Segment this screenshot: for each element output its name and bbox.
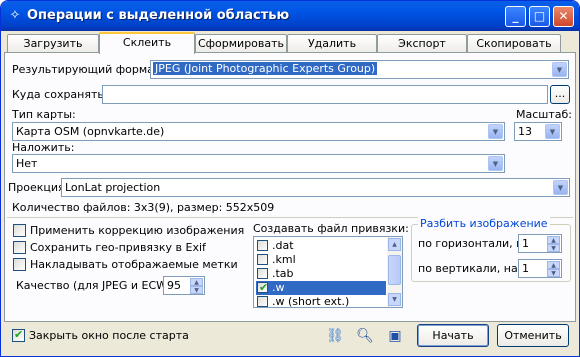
minimize-button[interactable]: _	[505, 6, 526, 27]
quality-stepper[interactable]: 95 ▲ ▼	[163, 276, 205, 295]
arrow-down-icon[interactable]: ▼	[547, 269, 560, 277]
split-title: Разбить изображение	[418, 217, 550, 230]
quality-label: Качество (для JPEG и ECW):	[16, 279, 176, 292]
save-path-input[interactable]	[102, 85, 548, 104]
close-button[interactable]: ✕	[553, 6, 574, 27]
color-correction-label: Применить коррекцию изображения	[30, 224, 245, 237]
dat-checkbox[interactable]	[257, 240, 268, 251]
w-checkbox[interactable]	[257, 281, 268, 294]
format-value: JPEG (Joint Photographic Experts Group)	[153, 62, 378, 75]
title-bar[interactable]: ✧ Операции с выделенной областью _ □ ✕	[1, 1, 579, 31]
overlay-label: Наложить:	[12, 141, 75, 154]
list-item[interactable]: .w	[256, 281, 386, 295]
tab-bar: Загрузить Склеить Сформировать Удалить Э…	[4, 32, 576, 54]
scale-label: Масштаб:	[516, 108, 572, 121]
chevron-down-icon: ▼	[488, 156, 503, 171]
list-scrollbar[interactable]: ▲ ▼	[387, 237, 402, 307]
tab-copy[interactable]: Скопировать	[467, 34, 561, 53]
chevron-down-icon: ▼	[552, 62, 567, 77]
minimize-icon: _	[512, 9, 519, 23]
tab-checkbox[interactable]	[257, 268, 268, 279]
files-info: Количество файлов: 3x3(9), размер: 552x5…	[12, 201, 275, 214]
arrow-up-icon[interactable]: ▲	[190, 278, 203, 286]
scroll-down-icon[interactable]: ▼	[388, 293, 401, 306]
arrow-up-icon[interactable]: ▲	[547, 261, 560, 269]
split-horiz-stepper[interactable]: 1 ▲ ▼	[518, 234, 562, 253]
tab-delete[interactable]: Удалить	[287, 34, 377, 53]
maximize-icon: □	[533, 9, 546, 23]
list-item[interactable]: .dat	[256, 239, 386, 253]
w-short-checkbox[interactable]	[257, 296, 268, 307]
tab-form[interactable]: Сформировать	[195, 34, 287, 53]
chevron-down-icon: ▼	[553, 180, 568, 195]
georef-list[interactable]: .dat .kml .tab .w .w (short ext.) ▲ ▼	[253, 236, 403, 308]
cancel-button[interactable]: Отменить	[497, 324, 569, 347]
split-horiz-label: по горизонтали, на	[418, 237, 531, 250]
arrow-down-icon[interactable]: ▼	[547, 244, 560, 252]
save-georef-exif-checkbox[interactable]	[13, 241, 26, 254]
split-group: Разбить изображение по горизонтали, на 1…	[411, 217, 571, 282]
maximize-button[interactable]: □	[529, 6, 550, 27]
zoom-icon[interactable]: 🔍︎	[356, 327, 374, 345]
scroll-up-icon[interactable]: ▲	[388, 238, 401, 251]
close-icon: ✕	[558, 9, 569, 23]
chevron-down-icon: ▼	[545, 124, 560, 139]
close-after-start-checkbox[interactable]	[12, 328, 25, 342]
map-type-label: Тип карты:	[12, 108, 76, 121]
list-item[interactable]: .kml	[256, 253, 386, 267]
compass-icon: ✧	[9, 8, 21, 23]
arrow-down-icon[interactable]: ▼	[190, 286, 203, 294]
browse-button[interactable]: ...	[550, 85, 570, 104]
color-correction-checkbox[interactable]	[13, 224, 26, 237]
tab-stitch[interactable]: Склеить	[99, 32, 195, 54]
overlay-marks-label: Накладывать отображаемые метки	[30, 258, 238, 271]
start-button[interactable]: Начать	[417, 324, 489, 347]
projection-select[interactable]: LonLat projection ▼	[61, 178, 570, 197]
list-item[interactable]: .w (short ext.)	[256, 295, 386, 307]
kml-checkbox[interactable]	[257, 254, 268, 265]
chevron-down-icon: ▼	[488, 124, 503, 139]
split-vert-label: по вертикали, на	[418, 262, 518, 275]
format-label: Результирующий формат:	[12, 63, 165, 76]
georef-label: Создавать файл привязки:	[253, 222, 409, 235]
overlay-marks-checkbox[interactable]	[13, 258, 26, 271]
map-type-select[interactable]: Карта OSM (opnvkarte.de) ▼	[12, 122, 505, 141]
window-title: Операции с выделенной областью	[27, 8, 290, 23]
projection-label: Проекция:	[8, 181, 69, 194]
tab-export[interactable]: Экспорт	[377, 34, 467, 53]
save-icon[interactable]: ▣	[386, 327, 404, 345]
format-select[interactable]: JPEG (Joint Photographic Experts Group) …	[150, 60, 569, 79]
split-vert-stepper[interactable]: 1 ▲ ▼	[518, 259, 562, 278]
scroll-thumb[interactable]	[388, 255, 401, 285]
tab-load[interactable]: Загрузить	[7, 34, 99, 53]
close-after-start-label: Закрыть окно после старта	[29, 329, 189, 342]
tab-panel: Результирующий формат: JPEG (Joint Photo…	[4, 52, 576, 322]
save-path-label: Куда сохранять:	[12, 88, 108, 101]
scale-select[interactable]: 13 ▼	[514, 122, 562, 141]
arrow-up-icon[interactable]: ▲	[547, 236, 560, 244]
dialog-window: ✧ Операции с выделенной областью _ □ ✕ З…	[0, 0, 580, 357]
list-item[interactable]: .tab	[256, 267, 386, 281]
overlay-select[interactable]: Нет ▼	[12, 154, 505, 173]
save-georef-exif-label: Сохранить гео-привязку в Exif	[30, 241, 206, 254]
link-icon[interactable]: ⛓	[326, 327, 344, 345]
